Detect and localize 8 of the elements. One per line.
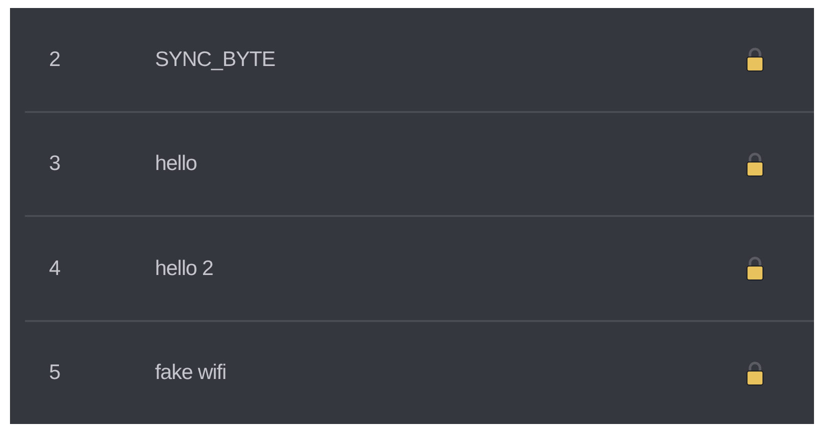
network-name[interactable]: SYNC_BYTE	[155, 44, 746, 75]
network-number: 4	[49, 256, 62, 282]
network-number: 3	[49, 151, 62, 177]
network-number: 2	[49, 46, 62, 72]
network-name[interactable]: hello	[155, 148, 746, 180]
network-name[interactable]: hello 2	[155, 252, 746, 284]
network-name[interactable]: fake wifi	[155, 357, 746, 388]
network-number: 5	[49, 360, 62, 386]
